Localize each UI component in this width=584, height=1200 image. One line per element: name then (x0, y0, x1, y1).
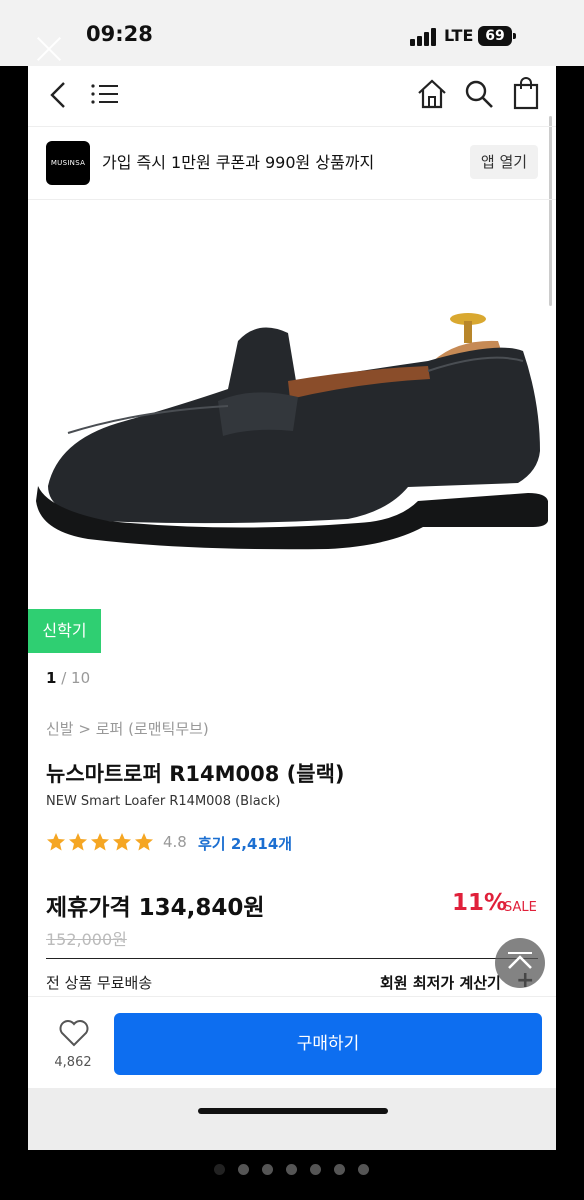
network-type: LTE (444, 26, 474, 45)
status-time: 09:28 (86, 22, 153, 46)
home-indicator[interactable] (198, 1108, 388, 1114)
musinsa-logo: MUSINSA (46, 141, 90, 185)
shopping-bag-icon[interactable] (512, 76, 540, 110)
scroll-to-top-button[interactable] (495, 938, 545, 988)
back-icon[interactable] (46, 80, 70, 110)
pager-current: 1 (46, 669, 57, 687)
close-icon[interactable] (36, 36, 62, 62)
arrow-up-icon (508, 955, 532, 969)
product-title: 뉴스마트로퍼 R14M008 (블랙) (46, 762, 345, 786)
divider (46, 958, 538, 959)
top-nav (28, 66, 556, 124)
sale-label: SALE (504, 900, 537, 915)
browser-bottom-area (28, 1088, 556, 1150)
page-dot[interactable] (358, 1164, 369, 1175)
app-install-banner: MUSINSA 가입 즉시 1만원 쿠폰과 990원 상품까지 앱 열기 (28, 126, 556, 200)
banner-text: 가입 즉시 1만원 쿠폰과 990원 상품까지 (102, 153, 375, 172)
product-subtitle: NEW Smart Loafer R14M008 (Black) (46, 794, 281, 809)
star-icon (47, 833, 65, 851)
discount-rate: 11% (452, 890, 508, 916)
reviews-link[interactable]: 후기 2,414개 (198, 833, 292, 854)
buy-button[interactable]: 구매하기 (114, 1013, 542, 1075)
rating-value: 4.8 (163, 833, 187, 851)
signal-icon (410, 28, 438, 46)
status-bar: 09:28 LTE 69 (0, 0, 584, 66)
page-dot[interactable] (310, 1164, 321, 1175)
breadcrumb[interactable]: 신발 > 로퍼 (로맨틱무브) (46, 718, 209, 739)
star-icon (113, 833, 131, 851)
star-icon (91, 833, 109, 851)
page-dot[interactable] (262, 1164, 273, 1175)
original-price: 152,000원 (46, 930, 127, 949)
like-count: 4,862 (54, 1055, 92, 1070)
home-icon[interactable] (416, 78, 448, 110)
page-dot[interactable] (238, 1164, 249, 1175)
pager-total: / 10 (61, 669, 91, 687)
partner-price: 제휴가격 134,840원 (46, 895, 265, 921)
star-icon (135, 833, 153, 851)
search-icon[interactable] (464, 79, 494, 109)
star-icon (69, 833, 87, 851)
page-dot[interactable] (334, 1164, 345, 1175)
browser-screen: MUSINSA 가입 즉시 1만원 쿠폰과 990원 상품까지 앱 열기 신학기… (28, 66, 556, 1150)
page-dot[interactable] (286, 1164, 297, 1175)
product-image[interactable] (28, 201, 556, 631)
menu-icon[interactable] (90, 82, 120, 106)
free-shipping-text: 전 상품 무료배송 (46, 974, 153, 992)
battery-icon: 69 (478, 26, 516, 46)
member-price-calculator[interactable]: 회원 최저가 계산기 (380, 972, 501, 993)
open-app-button[interactable]: 앱 열기 (470, 145, 538, 179)
purchase-bar: 4,862 구매하기 (28, 996, 556, 1089)
new-semester-badge: 신학기 (28, 609, 101, 653)
heart-icon[interactable] (58, 1019, 90, 1047)
page-dot[interactable] (214, 1164, 225, 1175)
image-pager: 1 / 10 (46, 669, 90, 687)
